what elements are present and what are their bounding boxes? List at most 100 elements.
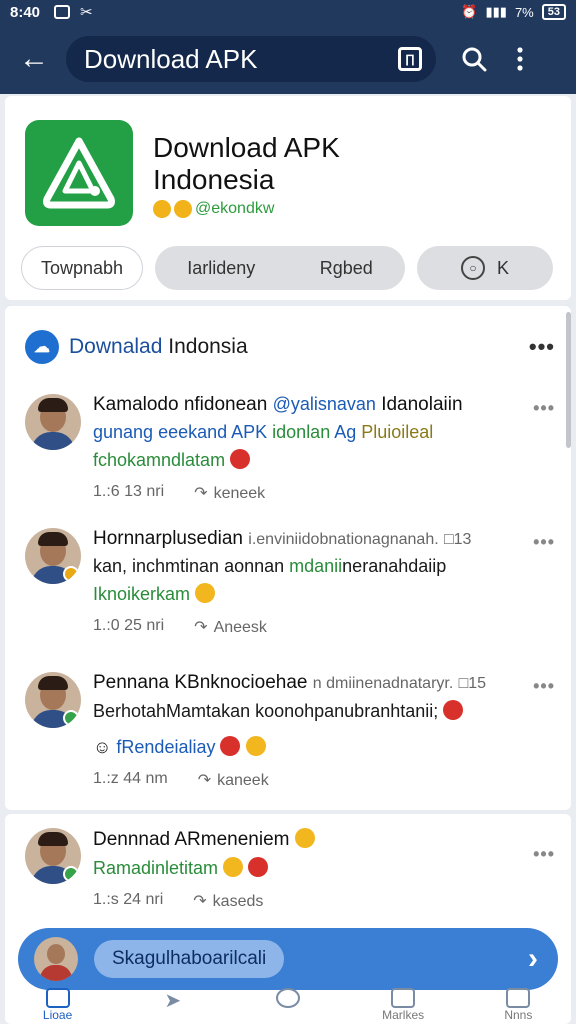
- group-name-part1: Downalad: [69, 335, 163, 358]
- post-text-line2: ☺ fRendeialiay: [93, 736, 553, 758]
- emoji-icon: [195, 583, 216, 603]
- emoji-icon: [248, 857, 269, 877]
- extra-chip-label: K: [496, 257, 509, 278]
- action-chips: Towpnabh Iarlideny Rgbed ○ K: [21, 246, 553, 290]
- tray-icon: [506, 988, 531, 1008]
- feed-section: ☁ Downalad Indonsia ••• Kamalodo nfidone…: [5, 306, 571, 810]
- post-more-icon[interactable]: •••: [533, 676, 555, 697]
- search-icon[interactable]: [454, 39, 494, 79]
- info-chip-label-a: Iarlideny: [187, 257, 256, 278]
- avatar[interactable]: [25, 528, 81, 584]
- nav-send[interactable]: ➤: [123, 988, 223, 1013]
- post-author-name: Kamalodo nfidonean: [93, 394, 268, 415]
- share-button[interactable]: kaneek: [198, 770, 269, 790]
- post-text: BerhotahMamtakan koonohpanubranhtanii;: [93, 700, 553, 722]
- nav-home[interactable]: Lioae: [8, 988, 108, 1022]
- post-body: Kamalodo nfidonean @yalisnavan Idanolaii…: [93, 394, 553, 503]
- battery-icon: 53: [541, 4, 566, 20]
- app-title: Download APK Indonesia: [153, 132, 340, 196]
- emoji-icon: [223, 857, 244, 877]
- post-text: kan, inchmtinan aonnan mdaniineranahdaii…: [93, 556, 553, 577]
- comment-count: □15: [458, 675, 487, 692]
- post-more-icon[interactable]: •••: [533, 398, 555, 419]
- post-item[interactable]: Hornnarplusedian i.enviniidobnationagnan…: [25, 528, 555, 648]
- post-meta: 1.:0 25 nri Aneesk: [93, 617, 553, 637]
- group-more-icon[interactable]: •••: [529, 334, 555, 360]
- emoji-icon: [294, 828, 315, 848]
- status-bar: 8:40 ✂ ⏰ ▮▮▮ 7% 53: [0, 0, 576, 24]
- nav-markers[interactable]: Marlkes: [353, 988, 453, 1022]
- post-time: 1.:s 24 nri: [93, 891, 164, 908]
- app-bar: ← Download APK ∏: [0, 24, 576, 94]
- app-logo-icon[interactable]: [25, 120, 133, 226]
- post-text-a: Ramadinletitam: [93, 858, 219, 878]
- post-item[interactable]: Dennnad ARmeneniem Ramadinletitam 1.:s 2…: [25, 828, 555, 928]
- info-chip-label-b: Rgbed: [319, 257, 373, 278]
- bookmark-box-icon[interactable]: ∏: [398, 47, 422, 71]
- nav-news[interactable]: Nnns: [468, 988, 568, 1022]
- nav-markers-label: Marlkes: [382, 1008, 425, 1022]
- status-time: 8:40: [10, 3, 41, 21]
- post-author-handle[interactable]: @yalisnavan: [273, 394, 376, 414]
- post-text-line2-text: Iknoikerkam: [93, 584, 191, 604]
- post-meta: 1.:s 24 nri kaseds: [93, 891, 553, 911]
- developer-handle: @ekondkw: [195, 200, 275, 217]
- nav-news-label: Nnns: [504, 1008, 533, 1022]
- smile-outline-icon: ☺: [93, 737, 112, 757]
- overflow-menu-icon[interactable]: [500, 39, 540, 79]
- post-more-icon[interactable]: •••: [533, 844, 555, 865]
- post-author: Kamalodo nfidonean @yalisnavan Idanolaii…: [93, 394, 553, 416]
- title-search-pill[interactable]: Download APK ∏: [66, 36, 436, 82]
- message-icon: [391, 988, 416, 1008]
- post-author: Pennana KBnknocioehae n dmiinenadnataryr…: [93, 672, 553, 694]
- alarm-icon: ⏰: [461, 4, 478, 19]
- post-text: gunang eeekand APK idonlan Ag Pluioileal: [93, 422, 553, 443]
- post-time: 1.:z 44 nm: [93, 770, 168, 787]
- post-text-b: idonlan: [272, 422, 331, 442]
- app-title-line2: Indonesia: [153, 164, 275, 195]
- group-name: Downalad Indonsia: [69, 335, 248, 359]
- share-button[interactable]: Aneesk: [194, 617, 267, 637]
- group-header[interactable]: ☁ Downalad Indonsia •••: [25, 330, 555, 364]
- extra-chip[interactable]: ○ K: [417, 246, 553, 290]
- avatar: [34, 937, 78, 981]
- avatar[interactable]: [25, 672, 81, 728]
- post-text-c: neranahdaiip: [342, 556, 447, 576]
- home-icon: [45, 988, 70, 1008]
- post-author-name: Dennnad ARmeneniem: [93, 829, 290, 850]
- app-info-card: Download APK Indonesia @ekondkw Towpnabh…: [5, 96, 571, 300]
- share-button[interactable]: keneek: [194, 483, 266, 503]
- post-text-d: Pluioileal: [361, 422, 434, 442]
- avatar[interactable]: [25, 828, 81, 884]
- banner-label[interactable]: Skagulhaboarilcali: [94, 940, 285, 978]
- post-item[interactable]: Pennana KBnknocioehae n dmiinenadnataryr…: [25, 672, 555, 798]
- scissors-icon: ✂: [80, 4, 93, 21]
- post-text-a: kan, inchmtinan aonnan: [93, 556, 290, 576]
- shield-icon: [54, 5, 71, 19]
- chevron-right-icon[interactable]: ›: [528, 942, 538, 976]
- app-title-line1: Download APK: [153, 132, 340, 163]
- send-icon: ➤: [164, 990, 182, 1012]
- developer-row[interactable]: @ekondkw: [153, 200, 274, 218]
- scrollbar[interactable]: [566, 312, 571, 448]
- post-author-name: Hornnarplusedian: [93, 528, 243, 549]
- nav-center[interactable]: [238, 988, 338, 1008]
- post-author-tail: i.enviniidobnationagnanah.: [248, 531, 439, 548]
- comment-count: □13: [443, 531, 472, 548]
- post-more-icon[interactable]: •••: [533, 532, 555, 553]
- emoji-icon: [245, 736, 266, 756]
- info-chip[interactable]: Iarlideny Rgbed: [155, 246, 405, 290]
- post-body: Pennana KBnknocioehae n dmiinenadnataryr…: [93, 672, 553, 790]
- post-body: Dennnad ARmeneniem Ramadinletitam 1.:s 2…: [93, 828, 553, 911]
- post-meta: 1.:6 13 nri keneek: [93, 483, 553, 503]
- back-arrow-icon[interactable]: ←: [14, 39, 54, 79]
- post-item[interactable]: Kamalodo nfidonean @yalisnavan Idanolaii…: [25, 394, 555, 514]
- bottom-nav: Lioae ➤ Marlkes Nnns: [0, 988, 576, 1024]
- bottom-banner[interactable]: Skagulhaboarilcali ›: [18, 928, 558, 990]
- post-body: Hornnarplusedian i.enviniidobnationagnan…: [93, 528, 553, 637]
- post-author-tail: Idanolaiin: [381, 394, 463, 415]
- avatar[interactable]: [25, 394, 81, 450]
- download-chip[interactable]: Towpnabh: [21, 246, 143, 290]
- circle-icon: [275, 988, 300, 1008]
- share-button[interactable]: kaseds: [193, 891, 264, 911]
